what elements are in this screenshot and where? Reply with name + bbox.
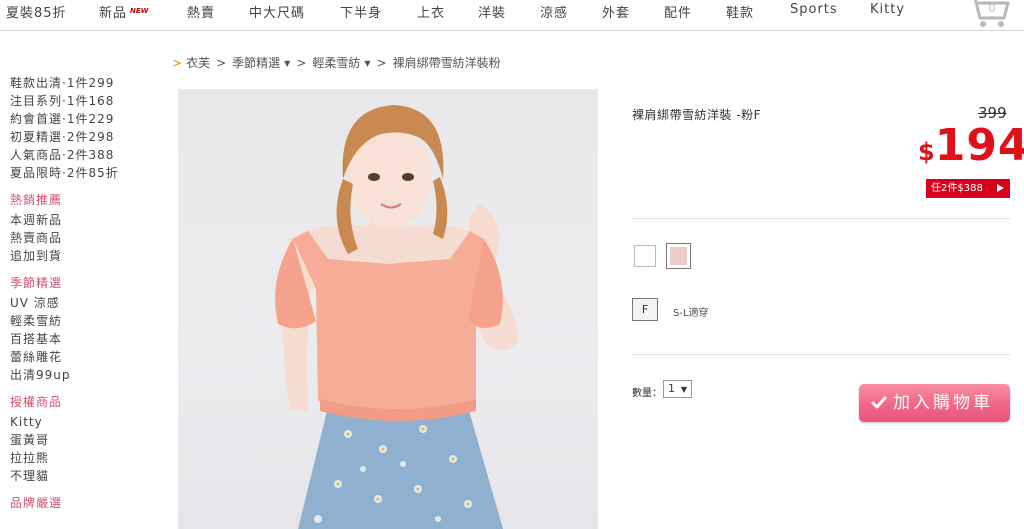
sidebar-item[interactable]: 約會首選·1件229 [10,110,150,128]
sidebar-item[interactable]: 蕾絲雕花 [10,348,150,366]
nav-item-new[interactable]: 新品 NEW [99,2,148,21]
product-photo[interactable] [178,89,598,529]
chevron-down-icon: ▼ [680,385,687,394]
breadcrumb-arrow-icon: > [172,56,183,70]
breadcrumb-current: 裸肩綁帶雪紡洋裝粉 [392,56,501,70]
nav-item-cooling[interactable]: 涼感 [540,2,568,21]
sidebar-item[interactable]: 出清99up [10,366,150,384]
divider [632,218,1010,219]
sidebar-item[interactable]: 注目系列·1件168 [10,92,150,110]
color-swatch-white[interactable] [634,245,656,267]
promo-badge[interactable]: 任2件$388 [926,179,1010,198]
breadcrumb-level1-label: 季節精選 [232,56,281,70]
new-tag-badge: NEW [130,7,149,15]
nav-item-hot[interactable]: 熱賣 [187,2,215,21]
add-to-cart-button[interactable]: 加入購物車 [859,384,1010,422]
nav-item-new-label: 新品 [99,6,128,21]
dropdown-arrow-icon: ▼ [364,59,371,68]
quantity-select[interactable]: 1 ▼ [663,380,692,398]
sidebar-item[interactable]: 初夏精選·2件298 [10,128,150,146]
sidebar-item[interactable]: 鞋款出清·1件299 [10,74,150,92]
nav-item-plus-size[interactable]: 中大尺碼 [249,2,305,21]
quantity-label: 數量： [632,388,662,399]
breadcrumb-separator: > [216,56,227,70]
promo-label: 任2件$388 [931,183,983,194]
sidebar-item[interactable]: 熱賣商品 [10,229,150,247]
size-note: S-L適穿 [673,308,709,319]
cart-icon[interactable]: 0 [966,0,1010,28]
nav-item-accessories[interactable]: 配件 [664,2,692,21]
divider [632,354,1010,355]
breadcrumb-home[interactable]: 衣芙 [186,56,210,70]
price-value: 194 [934,120,1024,171]
size-option[interactable]: F [632,298,658,321]
nav-item-shoes[interactable]: 鞋款 [726,2,754,21]
top-nav: 夏裝85折 新品 NEW 熱賣 中大尺碼 下半身 上衣 洋裝 涼感 外套 配件 鞋… [0,0,1024,31]
color-swatch-fill [670,247,687,265]
sidebar-group-title: 熱銷推薦 [10,193,63,207]
breadcrumb-level1[interactable]: 季節精選 ▼ [232,56,290,70]
add-to-cart-label: 加入購物車 [893,393,993,413]
color-swatch-pink[interactable] [666,243,691,269]
sidebar-item[interactable]: Kitty [10,413,150,431]
sale-price: $194 [918,120,1024,171]
nav-item-kitty[interactable]: Kitty [870,2,905,17]
sidebar-item[interactable]: 人氣商品·2件388 [10,146,150,164]
sidebar-group-title: 授權商品 [10,395,63,409]
sidebar-item[interactable]: UV 涼感 [10,294,150,312]
sidebar: 鞋款出清·1件299 注目系列·1件168 約會首選·1件229 初夏精選·2件… [10,74,150,514]
nav-item-outerwear[interactable]: 外套 [602,2,630,21]
sidebar-group-title: 季節精選 [10,276,63,290]
currency-symbol: $ [918,138,935,166]
check-icon [871,396,887,409]
sidebar-item[interactable]: 拉拉熊 [10,449,150,467]
sidebar-item[interactable]: 蛋黃哥 [10,431,150,449]
nav-item-dresses[interactable]: 洋裝 [478,2,506,21]
sidebar-item[interactable]: 夏品限時·2件85折 [10,164,150,182]
sidebar-promo-list: 鞋款出清·1件299 注目系列·1件168 約會首選·1件229 初夏精選·2件… [10,74,150,182]
quantity-value: 1 [668,382,675,395]
sidebar-item[interactable]: 不理貓 [10,467,150,485]
sidebar-item[interactable]: 百搭基本 [10,330,150,348]
model-illustration [275,105,518,529]
sidebar-item[interactable]: 輕柔雪紡 [10,312,150,330]
cart-count: 0 [989,1,996,15]
nav-item-tops[interactable]: 上衣 [417,2,445,21]
product-name: 裸肩綁帶雪紡洋裝 -粉F [632,108,762,122]
breadcrumb-level2-label: 輕柔雪紡 [312,56,361,70]
sidebar-group-title: 品牌嚴選 [10,496,63,510]
breadcrumb-level2[interactable]: 輕柔雪紡 ▼ [312,56,370,70]
nav-item-sports[interactable]: Sports [790,2,838,17]
breadcrumb-separator: > [296,56,307,70]
nav-item-summer-sale[interactable]: 夏裝85折 [6,2,67,21]
sidebar-item[interactable]: 追加到貨 [10,247,150,265]
dropdown-arrow-icon: ▼ [284,59,291,68]
play-arrow-icon [997,184,1004,192]
breadcrumb-separator: > [376,56,387,70]
sidebar-item[interactable]: 本週新品 [10,211,150,229]
breadcrumb: > 衣芙 > 季節精選 ▼ > 輕柔雪紡 ▼ > 裸肩綁帶雪紡洋裝粉 [172,54,501,71]
nav-item-bottoms[interactable]: 下半身 [340,2,382,21]
